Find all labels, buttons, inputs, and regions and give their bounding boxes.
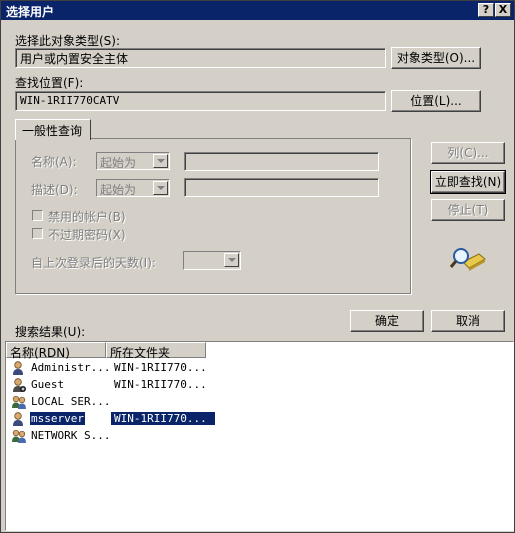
result-folder: WIN-1RII770... <box>111 412 215 425</box>
name-label: 名称(A): <box>31 155 77 169</box>
disabled-accounts-checkbox[interactable] <box>32 210 43 221</box>
result-name: NETWORK S... <box>31 429 111 442</box>
result-name: msserver <box>30 412 85 425</box>
column-header-folder[interactable]: 所在文件夹 <box>106 342 206 360</box>
user-icon <box>11 411 27 427</box>
title-bar[interactable]: 选择用户 ? X <box>1 1 514 20</box>
result-name: Guest <box>31 378 65 391</box>
days-since-logon-select[interactable] <box>183 251 241 270</box>
stop-button[interactable]: 停止(T) <box>431 199 505 221</box>
close-button[interactable]: X <box>495 3 511 17</box>
name-mode-value: 起始为 <box>100 156 137 170</box>
ok-button[interactable]: 确定 <box>350 310 424 332</box>
user-icon <box>11 360 27 376</box>
cancel-button[interactable]: 取消 <box>431 310 505 332</box>
result-folder: WIN-1RII770... <box>114 361 207 374</box>
column-header-name[interactable]: 名称(RDN) <box>6 342 106 360</box>
chevron-down-icon <box>153 154 168 168</box>
find-now-button[interactable]: 立即查找(N) <box>430 170 506 194</box>
name-mode-select[interactable]: 起始为 <box>96 152 170 170</box>
location-label: 查找位置(F): <box>15 76 84 90</box>
disabled-accounts-label: 禁用的帐户(B) <box>48 210 126 224</box>
search-results-label: 搜索结果(U): <box>15 325 86 339</box>
description-mode-value: 起始为 <box>100 183 137 197</box>
description-input[interactable] <box>184 178 379 197</box>
result-name: LOCAL SER... <box>31 395 111 408</box>
description-label: 描述(D): <box>31 183 78 197</box>
group-icon <box>11 394 27 410</box>
non-expiring-password-checkbox[interactable] <box>32 228 43 239</box>
guest-user-icon <box>11 377 27 393</box>
days-since-logon-label: 自上次登录后的天数(I): <box>31 256 156 270</box>
object-type-label: 选择此对象类型(S): <box>15 34 121 48</box>
locations-button[interactable]: 位置(L)... <box>391 90 481 112</box>
search-results-list[interactable]: 名称(RDN) 所在文件夹 Administr... WIN-1RII770..… <box>5 341 514 531</box>
non-expiring-password-label: 不过期密码(X) <box>48 228 126 242</box>
group-icon <box>11 428 27 444</box>
help-button[interactable]: ? <box>478 3 494 17</box>
tab-general-query-label: 一般性查询 <box>22 124 83 138</box>
window-title: 选择用户 <box>6 5 55 19</box>
tab-general-query[interactable]: 一般性查询 <box>15 119 91 140</box>
select-users-dialog: 选择用户 ? X 选择此对象类型(S): 用户或内置安全主体 对象类型(O)..… <box>0 0 515 533</box>
object-type-field: 用户或内置安全主体 <box>15 48 386 68</box>
search-magnifier-icon <box>449 245 487 273</box>
object-types-button[interactable]: 对象类型(O)... <box>391 47 481 69</box>
result-name: Administr... <box>31 361 111 374</box>
columns-button[interactable]: 列(C)... <box>431 142 505 164</box>
result-folder: WIN-1RII770... <box>114 378 207 391</box>
chevron-down-icon <box>224 253 239 267</box>
location-field: WIN-1RII770CATV <box>15 91 386 111</box>
description-mode-select[interactable]: 起始为 <box>96 179 170 197</box>
chevron-down-icon <box>153 181 168 195</box>
name-input[interactable] <box>184 152 379 171</box>
